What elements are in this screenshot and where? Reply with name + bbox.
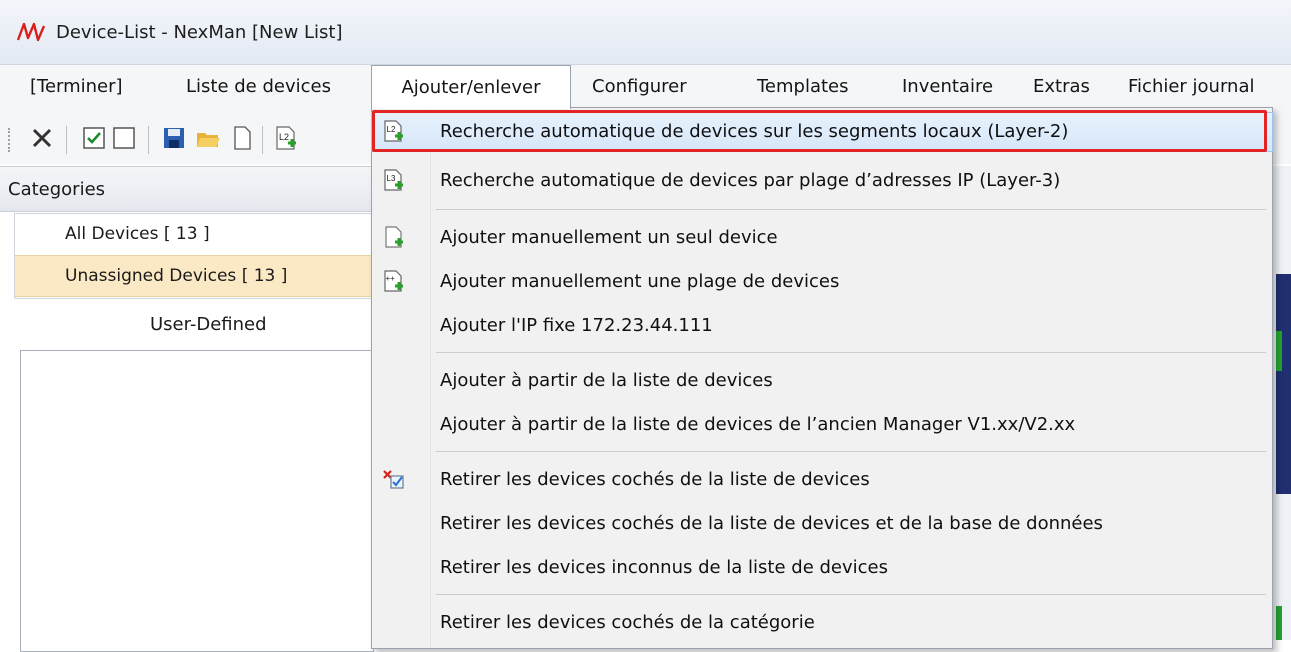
menu-item-remove-checked-and-db[interactable]: Retirer les devices cochés de la liste d… (372, 505, 1272, 543)
menu-item-label: Retirer les devices cochés de la catégor… (440, 612, 815, 633)
menu-item-add-device-range[interactable]: ++ Ajouter manuellement une plage de dev… (372, 263, 1272, 301)
menu-item-label: Retirer les devices cochés de la liste d… (440, 469, 870, 490)
layer3-search-icon: L3 (384, 169, 403, 191)
svg-text:++: ++ (386, 274, 396, 283)
menu-item-add-single-device[interactable]: Ajouter manuellement un seul device (372, 219, 1272, 257)
add-range-icon: ++ (384, 270, 403, 292)
svg-text:L2: L2 (279, 132, 289, 142)
menu-item-label: Ajouter manuellement une plage de device… (440, 271, 840, 292)
menu-bar: [Terminer] Liste de devices Ajouter/enle… (0, 65, 1291, 109)
menu-item-label: Retirer les devices inconnus de la liste… (440, 557, 889, 578)
menu-item-add-from-device-list[interactable]: Ajouter à partir de la liste de devices (372, 362, 1272, 400)
save-icon[interactable] (160, 124, 188, 152)
menu-item-label: Ajouter à partir de la liste de devices … (440, 414, 1076, 435)
open-folder-icon[interactable] (194, 124, 222, 152)
menu-extras[interactable]: Extras (1033, 65, 1090, 107)
add-device-icon (385, 226, 403, 248)
menu-liste-de-devices[interactable]: Liste de devices (186, 65, 331, 107)
menu-item-layer3-search[interactable]: L3 Recherche automatique de devices par … (372, 162, 1272, 200)
menu-separator (436, 594, 1266, 595)
svg-text:L3: L3 (387, 174, 396, 183)
category-label: All Devices [ 13 ] (65, 224, 210, 244)
menu-item-label: Ajouter à partir de la liste de devices (440, 370, 773, 391)
toolbar-separator (262, 126, 263, 154)
status-indicator (1276, 331, 1282, 371)
status-indicator (1276, 606, 1282, 640)
checkbox-empty-icon[interactable] (110, 124, 138, 152)
menu-item-add-from-old-manager[interactable]: Ajouter à partir de la liste de devices … (372, 406, 1272, 444)
title-bar: Device-List - NexMan [New List] (0, 0, 1291, 65)
menu-item-label: Ajouter manuellement un seul device (440, 227, 778, 248)
menu-item-remove-checked[interactable]: Retirer les devices cochés de la liste d… (372, 461, 1272, 499)
menu-ajouter-enlever[interactable]: Ajouter/enlever (371, 65, 571, 109)
window-title: Device-List - NexMan [New List] (56, 22, 343, 43)
close-icon[interactable] (28, 124, 56, 152)
category-unassigned-devices[interactable]: Unassigned Devices [ 13 ] (15, 255, 373, 297)
category-label: Unassigned Devices [ 13 ] (65, 266, 288, 286)
categories-header: Categories (0, 166, 372, 212)
user-defined-label: User-Defined (150, 314, 267, 335)
menu-item-label: Ajouter l'IP fixe 172.23.44.111 (440, 315, 713, 336)
categories-title: Categories (8, 179, 106, 200)
menu-fichier-journal[interactable]: Fichier journal (1128, 65, 1255, 107)
menu-item-label: Recherche automatique de devices par pla… (440, 170, 1061, 191)
menu-item-label: Retirer les devices cochés de la liste d… (440, 513, 1103, 534)
menu-separator (436, 209, 1266, 210)
toolbar-separator (148, 126, 149, 154)
table-header-strip (1276, 274, 1291, 494)
new-document-icon[interactable] (228, 124, 256, 152)
menu-item-add-fixed-ip[interactable]: Ajouter l'IP fixe 172.23.44.111 (372, 307, 1272, 345)
categories-list: All Devices [ 13 ] Unassigned Devices [ … (14, 213, 373, 299)
toolbar-grip[interactable] (8, 128, 13, 152)
ajouter-enlever-dropdown: L2 Recherche automatique de devices sur … (371, 107, 1273, 649)
menu-separator (436, 352, 1266, 353)
category-all-devices[interactable]: All Devices [ 13 ] (15, 214, 373, 254)
menu-inventaire[interactable]: Inventaire (902, 65, 993, 107)
menu-terminer[interactable]: [Terminer] (30, 65, 123, 107)
checkbox-checked-icon[interactable] (80, 124, 108, 152)
menu-separator (436, 451, 1266, 452)
menu-configurer[interactable]: Configurer (592, 65, 687, 107)
user-defined-panel[interactable] (20, 350, 374, 652)
toolbar-separator (66, 126, 67, 154)
app-logo-icon (16, 22, 46, 42)
menu-item-remove-from-category[interactable]: Retirer les devices cochés de la catégor… (372, 604, 1272, 642)
highlight-box (372, 110, 1267, 152)
layer2-search-icon[interactable]: L2 (272, 124, 300, 152)
menu-templates[interactable]: Templates (757, 65, 849, 107)
menu-item-remove-unknown[interactable]: Retirer les devices inconnus de la liste… (372, 549, 1272, 587)
remove-checked-icon (383, 470, 404, 489)
device-table-edge (1270, 166, 1291, 640)
